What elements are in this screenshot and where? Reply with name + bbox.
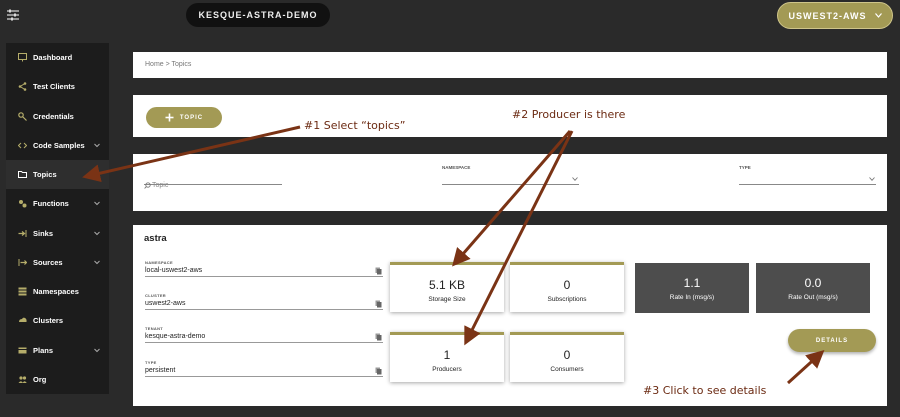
annotation-step1: #1 Select “topics” <box>304 119 406 132</box>
annotation-arrow-storage <box>452 130 572 267</box>
annotation-step2: #2 Producer is there <box>512 108 626 121</box>
annotation-arrow-topics <box>82 125 301 183</box>
annotation-overlay <box>82 125 825 385</box>
annotation-arrow-details <box>786 349 825 385</box>
annotation-step3: #3 Click to see details <box>643 384 767 397</box>
annotation-arrow-producers <box>464 130 574 346</box>
